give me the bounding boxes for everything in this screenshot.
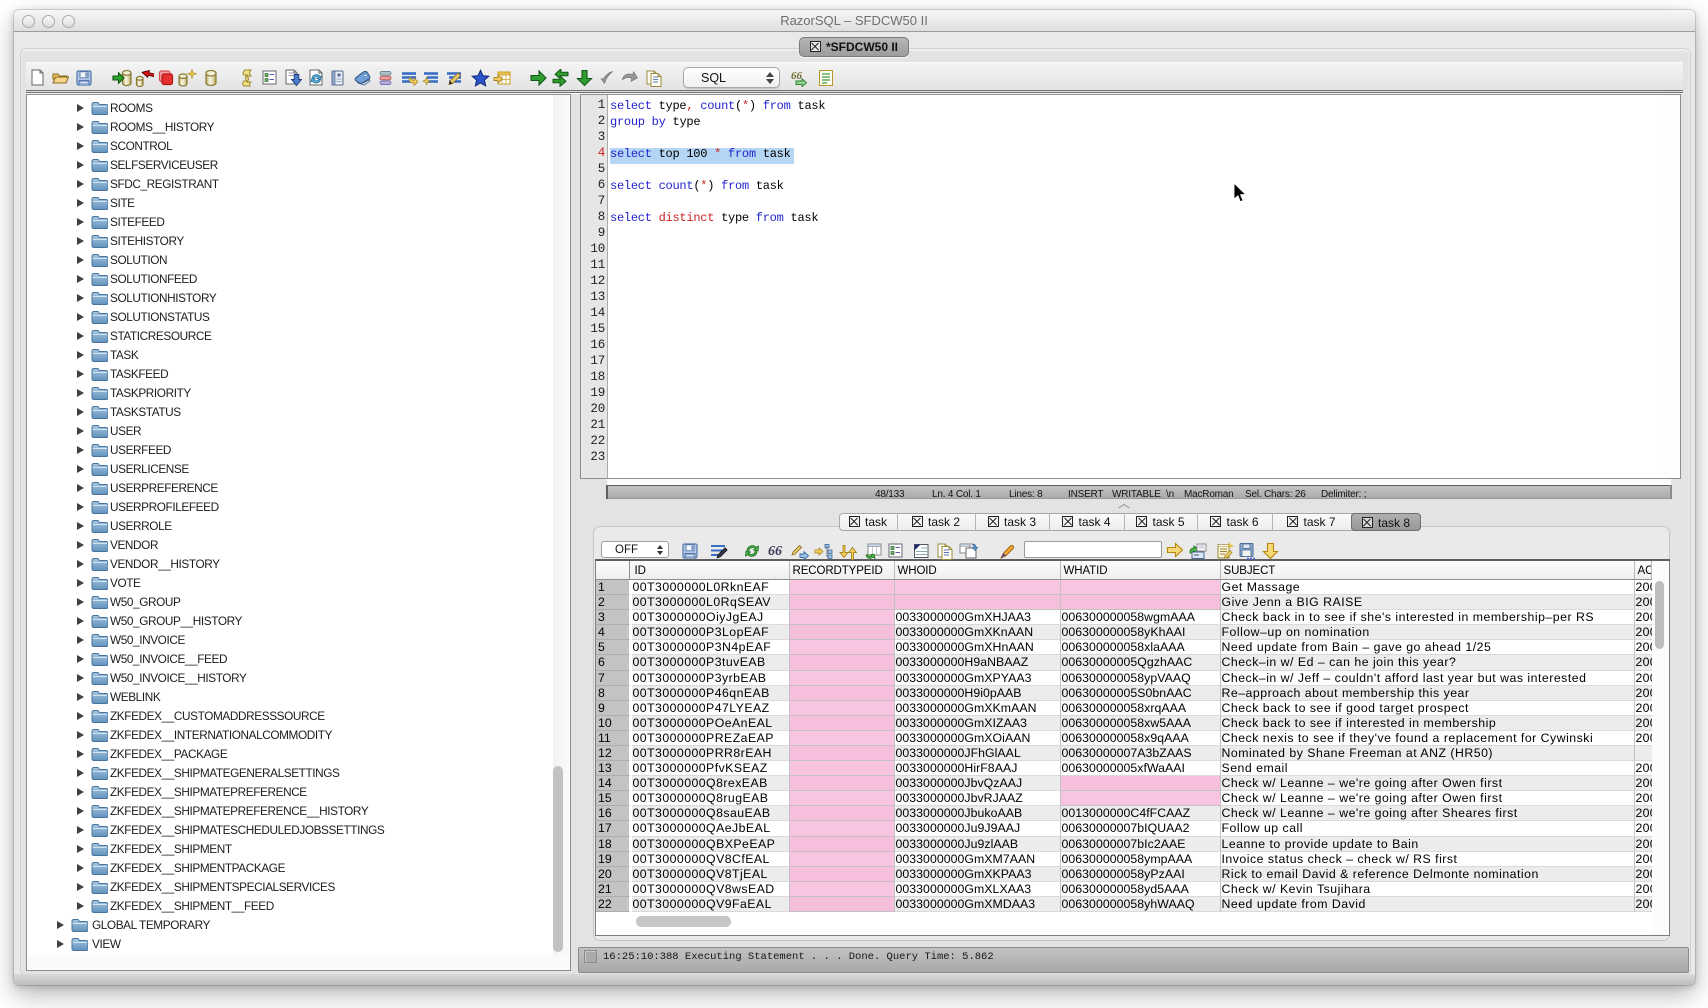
svg-text:66: 66 [768,544,782,558]
svg-text:66: 66 [791,70,803,82]
